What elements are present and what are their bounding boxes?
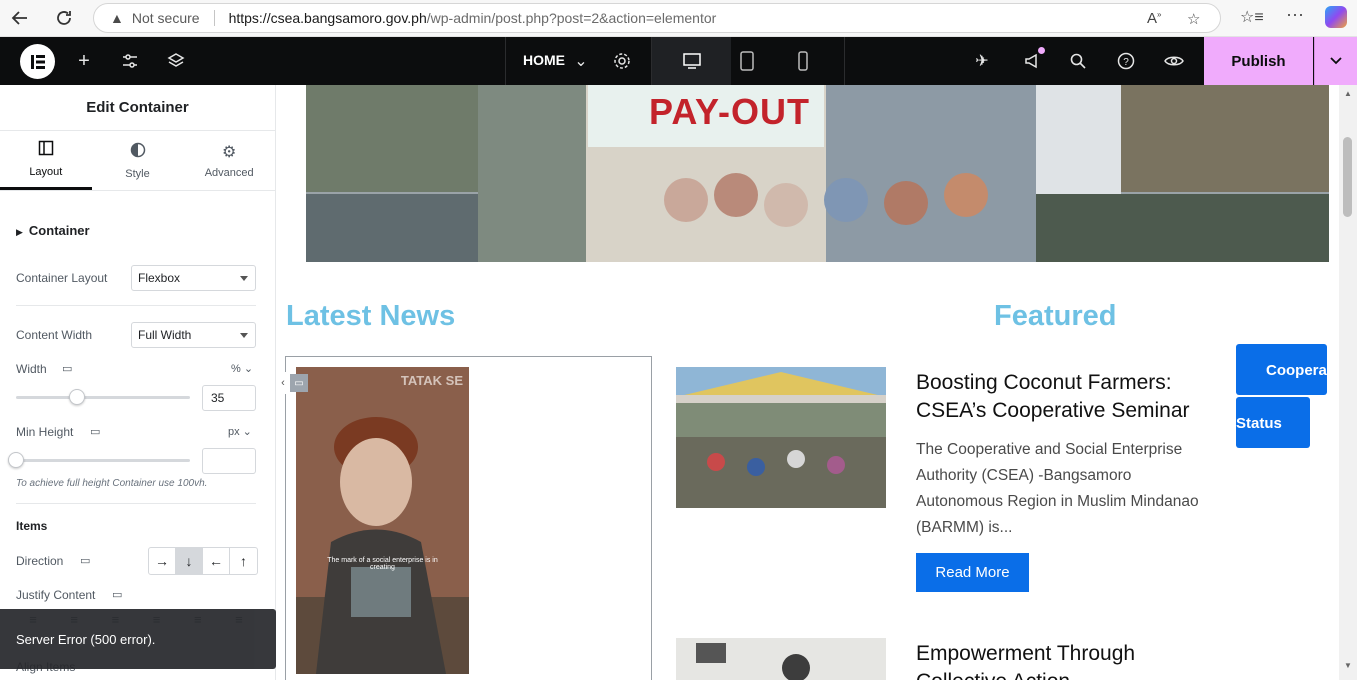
security-label: Not secure: [131, 10, 200, 26]
tab-layout-label: Layout: [29, 166, 63, 178]
mobile-icon[interactable]: [791, 49, 815, 73]
elementor-logo-icon[interactable]: [20, 44, 55, 79]
warning-icon: ▲: [110, 10, 124, 26]
favorite-star-icon[interactable]: ☆: [1187, 10, 1200, 28]
publish-button[interactable]: Publish: [1204, 37, 1313, 85]
post-title-1[interactable]: Boosting Coconut Farmers: CSEA’s Coopera…: [916, 369, 1216, 425]
tab-advanced[interactable]: ⚙ Advanced: [183, 131, 275, 190]
responsive-desktop-icon[interactable]: ▭: [90, 425, 100, 438]
tablet-icon[interactable]: [735, 49, 759, 73]
items-heading: Items: [16, 519, 48, 533]
page-settings-gear-icon[interactable]: [610, 49, 634, 73]
min-height-slider-handle[interactable]: [8, 452, 24, 468]
style-icon: [130, 142, 146, 163]
help-icon[interactable]: ?: [1114, 49, 1138, 73]
responsive-desktop-icon[interactable]: ▭: [80, 554, 90, 567]
responsive-desktop-icon[interactable]: ▭: [112, 588, 122, 601]
back-icon[interactable]: [4, 2, 36, 34]
section-title: Container: [28, 223, 90, 238]
featured-heading: Featured: [994, 300, 1117, 332]
width-slider[interactable]: [16, 396, 190, 399]
panel-tabs: Layout Style ⚙ Advanced: [0, 131, 275, 191]
copilot-icon[interactable]: [1325, 6, 1347, 28]
cooperatives-button-label: Cooperatives: [1266, 362, 1327, 379]
width-input[interactable]: 35: [202, 385, 256, 411]
min-height-slider[interactable]: [16, 459, 190, 462]
responsive-desktop-icon[interactable]: ▭: [62, 362, 72, 375]
video-caption: The mark of a social enterprise is in cr…: [327, 557, 438, 571]
direction-row-reverse-button[interactable]: ←: [203, 548, 230, 574]
post-image-2[interactable]: [676, 638, 886, 680]
scroll-down-icon[interactable]: ▼: [1344, 661, 1352, 670]
scroll-up-icon[interactable]: ▲: [1344, 89, 1352, 98]
read-more-button[interactable]: Read More: [916, 553, 1029, 592]
justify-content-label: Justify Content: [16, 588, 96, 602]
chevron-down-icon[interactable]: ⌄: [569, 49, 593, 73]
width-label: Width: [16, 362, 47, 376]
browser-toolbar: ▲ Not secure https://csea.bangsamoro.gov…: [0, 0, 1357, 37]
collapse-panel-chevron-icon[interactable]: ‹: [277, 372, 289, 394]
page-name[interactable]: HOME: [523, 52, 565, 68]
status-button[interactable]: Status: [1236, 397, 1310, 448]
direction-label: Direction: [16, 554, 64, 568]
direction-row-button[interactable]: →: [149, 548, 176, 574]
min-height-note: To achieve full height Container use 100…: [16, 478, 208, 489]
post-excerpt-1: The Cooperative and Social Enterprise Au…: [916, 441, 1199, 536]
preview-eye-icon[interactable]: [1162, 49, 1186, 73]
container-edit-handle[interactable]: ▭: [290, 374, 308, 392]
content-width-select[interactable]: Full Width: [131, 322, 256, 348]
video-watermark: TATAK SE: [400, 373, 463, 388]
min-height-input[interactable]: [202, 448, 256, 474]
post-title-2[interactable]: Empowerment Through Collective Action: [916, 640, 1216, 680]
direction-column-reverse-button[interactable]: ↑: [230, 548, 257, 574]
refresh-icon[interactable]: [48, 2, 80, 34]
editor-panel: Edit Container Layout Style ⚙ Advanced ▶…: [0, 85, 276, 680]
page-canvas: PAY-OUT Latest News Featured ‹ TATAK SE …: [277, 85, 1339, 680]
video-thumbnail[interactable]: TATAK SE The mark of a social enterprise…: [296, 367, 469, 674]
tab-layout[interactable]: Layout: [0, 131, 92, 190]
error-toast: Server Error (500 error).: [0, 609, 276, 669]
direction-control: → ↓ ← ↑: [148, 547, 258, 575]
cooperatives-button[interactable]: Cooperatives: [1236, 344, 1327, 395]
svg-text:?: ?: [1123, 57, 1129, 68]
caret-right-icon: ▶: [16, 227, 23, 237]
favorites-icon[interactable]: ☆≡: [1240, 7, 1264, 27]
url-text: https://csea.bangsamoro.gov.ph/wp-admin/…: [228, 10, 717, 26]
notification-dot: [1038, 47, 1045, 54]
layout-icon: [38, 140, 54, 161]
search-icon[interactable]: [1066, 49, 1090, 73]
status-button-label: Status: [1236, 415, 1282, 432]
publish-options-chevron-icon[interactable]: [1314, 37, 1357, 85]
add-element-icon[interactable]: +: [72, 49, 96, 73]
editor-topbar: + HOME ⌄ ✈ ? Publish: [0, 37, 1357, 85]
latest-news-heading: Latest News: [286, 300, 456, 332]
hero-collage-image: PAY-OUT: [306, 85, 1329, 262]
min-height-label: Min Height: [16, 425, 74, 439]
scrollbar-thumb[interactable]: [1343, 137, 1352, 217]
direction-column-button[interactable]: ↓: [176, 548, 203, 574]
canvas-scrollbar[interactable]: ▲ ▼: [1339, 85, 1357, 680]
tab-advanced-label: Advanced: [204, 167, 254, 179]
min-height-unit-select[interactable]: px ⌄: [228, 425, 252, 438]
rocket-icon[interactable]: ✈: [970, 49, 994, 73]
site-settings-icon[interactable]: [118, 49, 142, 73]
width-unit-select[interactable]: % ⌄: [231, 362, 253, 375]
container-layout-label: Container Layout: [16, 271, 108, 285]
post-image-1[interactable]: [676, 367, 886, 508]
more-icon[interactable]: ···: [1286, 4, 1304, 25]
panel-title: Edit Container: [0, 85, 275, 131]
read-aloud-icon[interactable]: A»: [1147, 10, 1161, 27]
container-layout-select[interactable]: Flexbox: [131, 265, 256, 291]
tab-style[interactable]: Style: [92, 131, 184, 190]
width-slider-handle[interactable]: [68, 389, 85, 405]
content-width-label: Content Width: [16, 328, 93, 342]
banner-text: PAY-OUT: [649, 91, 811, 132]
structure-layers-icon[interactable]: [164, 49, 188, 73]
gear-icon: ⚙: [222, 144, 237, 161]
desktop-icon[interactable]: [680, 49, 704, 73]
section-toggle[interactable]: ▶ Container: [16, 223, 90, 238]
tab-style-label: Style: [125, 167, 150, 180]
address-bar[interactable]: ▲ Not secure https://csea.bangsamoro.gov…: [93, 3, 1221, 33]
